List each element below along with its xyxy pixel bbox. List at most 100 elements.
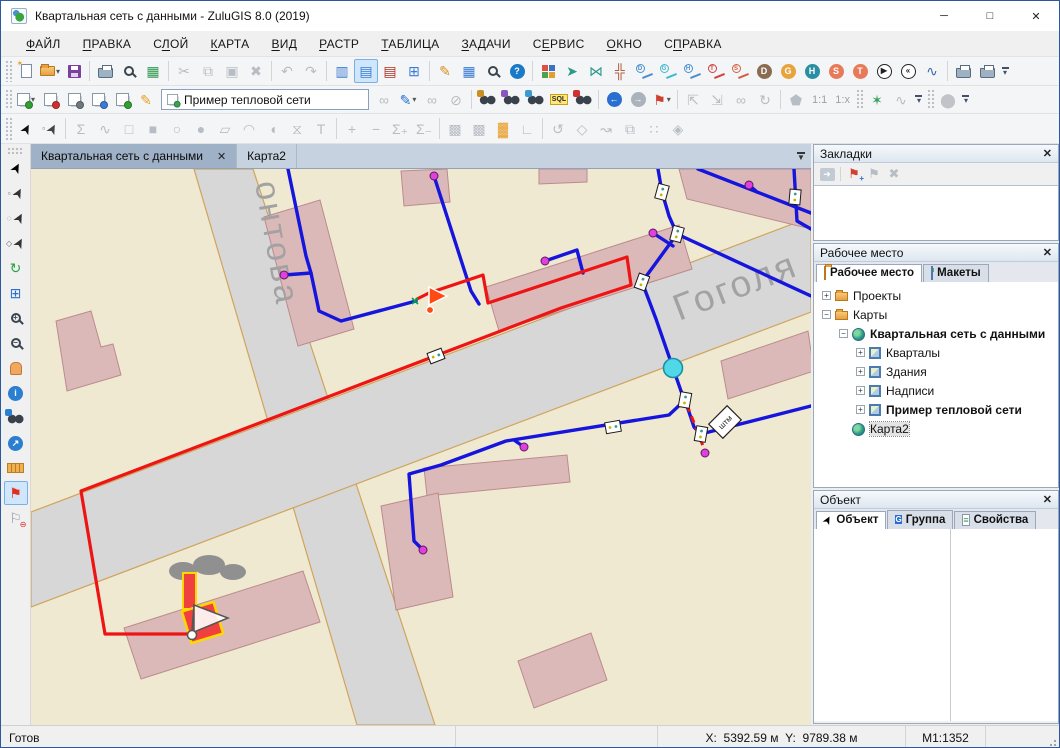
map-canvas[interactable]: онтоваГоголяштм [31, 169, 811, 725]
minimize-button[interactable]: ─ [921, 1, 967, 31]
tree-item-кварталы[interactable]: +Кварталы [814, 343, 1058, 362]
mode-t-button[interactable]: T [848, 59, 872, 83]
toolbar-grip[interactable] [856, 89, 863, 110]
route-flag-off-button[interactable]: ⚐⊖ [4, 506, 28, 530]
edit-mode-button[interactable]: ✎▾ [396, 88, 420, 112]
object-close-icon[interactable]: ✕ [1043, 493, 1052, 506]
menu-window[interactable]: ОКНО [596, 33, 654, 55]
layer-add-button[interactable]: ▾ [14, 88, 38, 112]
menu-file[interactable]: ФАЙЛ [15, 33, 72, 55]
fit-extent-button[interactable]: ⊞ [4, 281, 28, 305]
find-by-key-button[interactable] [475, 88, 499, 112]
new-grid-button[interactable]: ▦ [457, 59, 481, 83]
flow-direction-button[interactable]: ➤ [560, 59, 584, 83]
raster-edit-button[interactable]: ✎ [134, 88, 158, 112]
graph-h-button[interactable]: H [680, 59, 704, 83]
zoom-in-button[interactable]: + [4, 306, 28, 330]
menu-view[interactable]: ВИД [260, 33, 308, 55]
find-by-layer-button[interactable] [499, 88, 523, 112]
add-bookmark-button[interactable]: ⚑+ [844, 165, 864, 183]
panel-messages-button[interactable]: ▤ [378, 59, 402, 83]
tab-kvartalnaya-set[interactable]: Квартальная сеть с данными ✕ [31, 144, 237, 168]
bookmark-flag-button[interactable]: ⚑▾ [650, 88, 674, 112]
panel-add-button[interactable]: ⊞ [402, 59, 426, 83]
menu-help[interactable]: СПРАВКА [653, 33, 733, 55]
find-by-sql-button[interactable]: SQL [547, 88, 571, 112]
tree-expand-icon[interactable]: + [856, 405, 865, 414]
zoom-out-button[interactable]: − [4, 331, 28, 355]
toolbar-grip[interactable] [5, 89, 12, 110]
panel-tasks-button[interactable]: ▥ [330, 59, 354, 83]
select-arrow-button[interactable]: ➤ [4, 156, 28, 180]
mode-s-button[interactable]: S [824, 59, 848, 83]
help-button[interactable]: ? [505, 59, 529, 83]
object-tab-свойства[interactable]: ≡Свойства [954, 511, 1036, 529]
tree-item-карта2[interactable]: Карта2 [814, 419, 1058, 438]
go-to-object-button[interactable]: ↗ [4, 431, 28, 455]
layer-edit-button[interactable] [86, 88, 110, 112]
save-button[interactable] [62, 59, 86, 83]
object-tab-группа[interactable]: GГруппа [887, 510, 953, 529]
tree-item-пример-тепловой-сети[interactable]: +Пример тепловой сети [814, 400, 1058, 419]
tab-close-icon[interactable]: ✕ [217, 150, 226, 163]
workspace-tab-рабочее-место[interactable]: Рабочее место [816, 264, 922, 282]
open-map-button[interactable]: ▾ [38, 59, 62, 83]
find-document-button[interactable] [481, 59, 505, 83]
find-by-code-button[interactable] [523, 88, 547, 112]
menu-raster[interactable]: РАСТР [308, 33, 370, 55]
tree-expand-icon[interactable]: + [856, 386, 865, 395]
layer-visibility-button[interactable] [110, 88, 134, 112]
pattern-fill-button[interactable]: ▓ [491, 117, 515, 141]
legend-button[interactable] [536, 59, 560, 83]
close-button[interactable]: ✕ [1013, 1, 1059, 31]
toolbar-grip[interactable] [927, 89, 934, 110]
tree-collapse-icon[interactable]: − [822, 310, 831, 319]
menu-tasks[interactable]: ЗАДАЧИ [450, 33, 521, 55]
toolbar-overflow-icon[interactable]: ▾ [913, 95, 925, 104]
pan-hand-button[interactable] [4, 356, 28, 380]
forward-button[interactable]: → [626, 88, 650, 112]
select-node-button[interactable]: ▫➤ [38, 117, 62, 141]
menu-layer[interactable]: СЛОЙ [142, 33, 199, 55]
select-button[interactable]: ➤ [14, 117, 38, 141]
tree-item-проекты[interactable]: +Проекты [814, 286, 1058, 305]
route-flag-on-button[interactable]: ⚑ [4, 481, 28, 505]
menu-map[interactable]: КАРТА [200, 33, 261, 55]
workspace-tab-макеты[interactable]: Макеты [923, 264, 989, 282]
graph-t-button[interactable]: T [704, 59, 728, 83]
select-polygon-button[interactable]: ◇➤ [4, 231, 28, 255]
panel-workspace-button[interactable]: ▤ [354, 59, 378, 83]
select-rect-button[interactable]: ▫➤ [4, 181, 28, 205]
object-panel-body[interactable] [814, 529, 1058, 721]
bookmarks-close-icon[interactable]: ✕ [1043, 147, 1052, 160]
tree-item-здания[interactable]: +Здания [814, 362, 1058, 381]
find-by-address-button[interactable] [571, 88, 595, 112]
maximize-button[interactable]: □ [967, 1, 1013, 31]
tree-item-надписи[interactable]: +Надписи [814, 381, 1058, 400]
graph-d-button[interactable]: D [632, 59, 656, 83]
valve-state-button[interactable]: ⋈ [584, 59, 608, 83]
find-info-button[interactable] [4, 406, 28, 430]
print-button[interactable] [93, 59, 117, 83]
tree-collapse-icon[interactable]: − [839, 329, 848, 338]
mode-d-button[interactable]: D [752, 59, 776, 83]
new-table-button[interactable]: ▦ [141, 59, 165, 83]
layer-remove-button[interactable] [38, 88, 62, 112]
graph-s-button[interactable]: S [728, 59, 752, 83]
tree-item-карты[interactable]: −Карты [814, 305, 1058, 324]
piezometric-graph-button[interactable]: ∿ [920, 59, 944, 83]
map-edit-button[interactable]: ✎ [433, 59, 457, 83]
thematic-map-button[interactable]: ✶ [865, 88, 889, 112]
measure-ruler-button[interactable] [4, 456, 28, 480]
print-report-button[interactable] [951, 59, 975, 83]
menu-table[interactable]: ТАБЛИЦА [370, 33, 450, 55]
tab-overflow-icon[interactable]: ▼ [791, 144, 811, 168]
refresh-map-button[interactable]: ↻ [4, 256, 28, 280]
toolbar-overflow-icon[interactable]: ▾ [960, 95, 972, 104]
tree-item-квартальная-сеть-с-данными[interactable]: −Квартальная сеть с данными [814, 324, 1058, 343]
tree-expand-icon[interactable]: + [856, 348, 865, 357]
reset-calculation-button[interactable]: « [896, 59, 920, 83]
print-setup-button[interactable] [975, 59, 999, 83]
select-circle-button[interactable]: ◌➤ [4, 206, 28, 230]
network-topology-button[interactable]: ╬ [608, 59, 632, 83]
